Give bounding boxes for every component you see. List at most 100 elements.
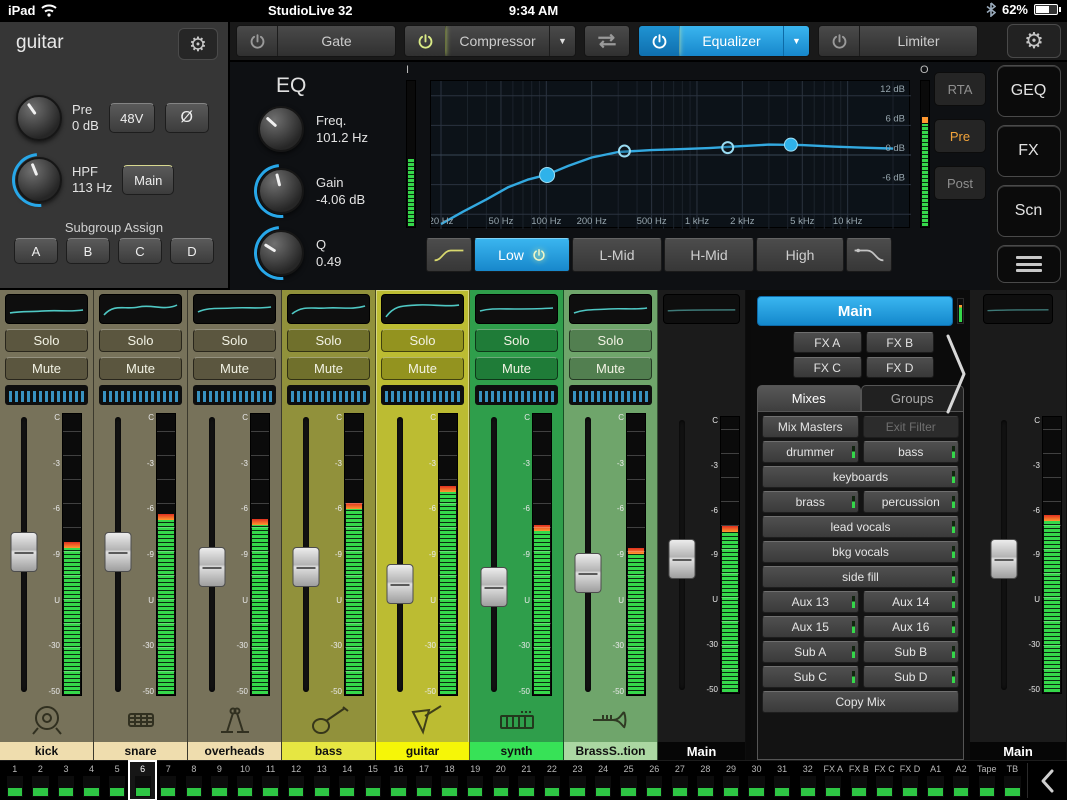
fx-mix-button[interactable]: FX C [793,357,862,378]
channel-display[interactable] [287,294,370,324]
mix-list-button[interactable]: Aux 15 [762,616,859,638]
eq-gain-knob[interactable] [258,168,304,214]
channel-settings-gear-button[interactable]: ⚙ [178,28,218,60]
mix-list-button[interactable]: Copy Mix [762,691,959,713]
subgroup-button[interactable]: B [66,238,110,264]
channel-name[interactable]: snare [94,742,187,760]
compressor-dropdown[interactable]: ▼ [549,26,575,56]
channel-select-cell[interactable]: 23 [565,762,591,799]
channel-select-cell[interactable]: 13 [309,762,335,799]
fader-cap[interactable] [575,553,602,593]
eq-freq-knob[interactable] [258,106,304,152]
channel-select-cell[interactable]: Tape [974,762,1000,799]
limiter-power-button[interactable] [819,26,859,56]
mix-list-button[interactable]: percussion [863,491,960,513]
channel-select-cell[interactable]: 7 [155,762,181,799]
channel-select-cell[interactable]: A1 [923,762,949,799]
mix-list-button[interactable]: side fill [762,566,959,588]
tab-compressor[interactable]: Compressor [445,26,549,56]
channel-select-cell[interactable]: A2 [948,762,974,799]
subgroup-button[interactable]: D [170,238,214,264]
solo-button[interactable]: Solo [381,329,464,352]
channel-name[interactable]: BrassS..tion [564,742,657,760]
band-hmid-button[interactable]: H-Mid [664,238,754,272]
channel-name[interactable]: synth [470,742,563,760]
mix-list-button[interactable]: Mix Masters [762,416,859,438]
view-button[interactable]: FX [997,125,1061,177]
fader-cap[interactable] [669,539,696,579]
channel-select-cell[interactable]: 29 [718,762,744,799]
channel-select-cell[interactable]: FX A [821,762,847,799]
mute-button[interactable]: Mute [5,357,88,380]
fader-cap[interactable] [105,532,132,572]
chain-settings-button[interactable]: ⚙ [1007,24,1061,58]
fader[interactable] [287,411,325,700]
mute-button[interactable]: Mute [193,357,276,380]
collapse-button[interactable] [1027,763,1065,798]
channel-select-cell[interactable]: 9 [207,762,233,799]
channel-select-cell[interactable]: 24 [590,762,616,799]
phase-invert-button[interactable]: Ø [165,103,209,133]
channel-select-cell[interactable]: FX C [872,762,898,799]
fader[interactable] [381,411,419,700]
eq-graph[interactable]: 20 Hz50 Hz100 Hz200 Hz500 Hz1 kHz2 kHz5 … [430,80,910,228]
fader-cap[interactable] [387,564,414,604]
tab-mixes[interactable]: Mixes [757,385,861,411]
fader-cap[interactable] [199,547,226,587]
channel-name[interactable]: bass [282,742,375,760]
solo-button[interactable]: Solo [475,329,558,352]
pre-gain-knob[interactable] [16,95,62,141]
mute-button[interactable]: Mute [381,357,464,380]
fader-cap[interactable] [11,532,38,572]
mix-list-button[interactable]: Sub B [863,641,960,663]
mix-list-button[interactable]: Aux 13 [762,591,859,613]
mix-list-button[interactable]: lead vocals [762,516,959,538]
channel-select-cell[interactable]: 2 [28,762,54,799]
monitor-mode-button[interactable]: RTA [934,72,986,106]
mix-list-button[interactable]: keyboards [762,466,959,488]
fader-cap[interactable] [481,567,508,607]
view-button[interactable]: GEQ [997,65,1061,117]
channel-display[interactable] [5,294,88,324]
fader-cap[interactable] [991,539,1018,579]
solo-button[interactable]: Solo [193,329,276,352]
channel-select-cell[interactable]: 21 [514,762,540,799]
channel-select-cell[interactable]: 6 [130,762,156,799]
fx-mix-button[interactable]: FX B [866,332,935,353]
monitor-mode-button[interactable]: Pre [934,119,986,153]
main-display[interactable] [983,294,1053,324]
gate-power-button[interactable] [237,26,277,56]
equalizer-dropdown[interactable]: ▼ [783,26,809,56]
main-mix-button[interactable]: Main [757,296,953,326]
mix-list-button[interactable]: Sub C [762,666,859,688]
hpf-knob[interactable] [16,157,62,203]
low-shelf-button[interactable] [426,238,472,272]
channel-select-cell[interactable]: 15 [360,762,386,799]
view-button[interactable]: Scn [997,185,1061,237]
channel-select-cell[interactable]: 31 [769,762,795,799]
band-high-button[interactable]: High [756,238,844,272]
channel-select-cell[interactable]: 8 [181,762,207,799]
band-lmid-button[interactable]: L-Mid [572,238,662,272]
channel-select-cell[interactable]: 26 [641,762,667,799]
channel-select-cell[interactable]: FX D [897,762,923,799]
band-low-button[interactable]: Low [474,238,570,272]
mix-list-button[interactable]: bass [863,441,960,463]
channel-select-cell[interactable]: 17 [411,762,437,799]
channel-name[interactable]: overheads [188,742,281,760]
mute-button[interactable]: Mute [99,357,182,380]
main-assign-button[interactable]: Main [122,165,174,195]
channel-select-cell[interactable]: 22 [539,762,565,799]
fader[interactable] [193,411,231,700]
solo-button[interactable]: Solo [569,329,652,352]
channel-select-cell[interactable]: 25 [616,762,642,799]
mix-list-button[interactable]: drummer [762,441,859,463]
mix-list-button[interactable]: brass [762,491,859,513]
subgroup-button[interactable]: C [118,238,162,264]
channel-select-cell[interactable]: FX B [846,762,872,799]
mute-button[interactable]: Mute [569,357,652,380]
mix-list-button[interactable]: Sub A [762,641,859,663]
solo-button[interactable]: Solo [5,329,88,352]
channel-select-cell[interactable]: 1 [2,762,28,799]
solo-button[interactable]: Solo [99,329,182,352]
